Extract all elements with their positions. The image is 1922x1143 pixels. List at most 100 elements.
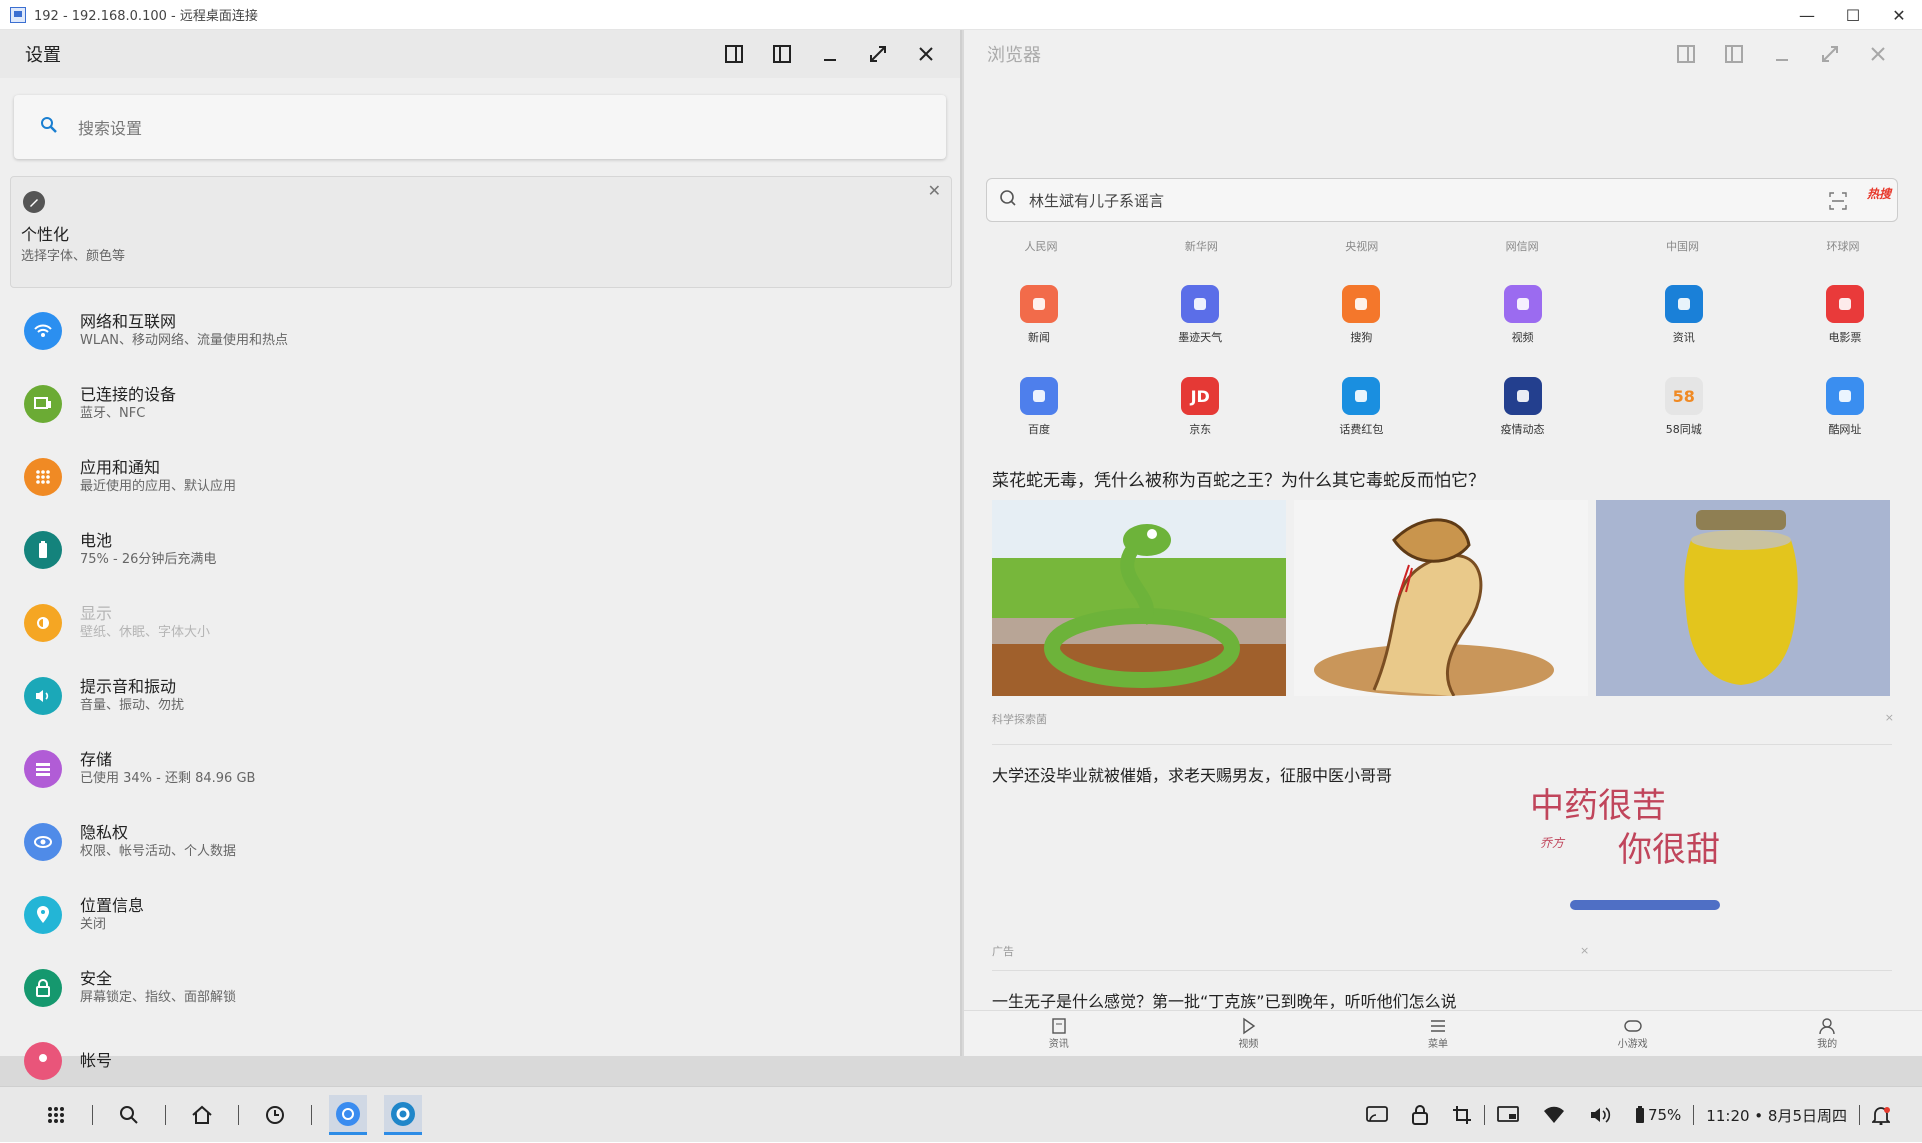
app-shortcut[interactable]: 搜狗 xyxy=(1316,285,1406,377)
news-tab-icon xyxy=(1052,1018,1066,1034)
divider xyxy=(992,744,1892,745)
settings-window: 设置 搜索设置 个性化 选择字体、颜色等 ✕ 网络和互联网 WLAN、移动网络、流… xyxy=(0,30,962,1080)
hot-search-badge[interactable]: 热搜 xyxy=(1867,185,1891,202)
settings-item-apps[interactable]: 应用和通知 最近使用的应用、默认应用 xyxy=(0,440,960,513)
rdp-maximize-button[interactable]: ☐ xyxy=(1830,0,1876,30)
ad-image[interactable]: 中药很苦 你很甜 乔方 xyxy=(1500,762,1794,955)
settings-search-input[interactable]: 搜索设置 xyxy=(14,95,946,159)
settings-item-lock[interactable]: 安全 屏幕锁定、指纹、面部解锁 xyxy=(0,951,960,1024)
nav-news[interactable]: 资讯 xyxy=(1049,1017,1069,1050)
separator xyxy=(1859,1105,1860,1125)
portal-link[interactable]: 环球网 xyxy=(1808,238,1878,254)
portal-link[interactable]: 人民网 xyxy=(1006,238,1076,254)
app-label: 百度 xyxy=(1028,423,1050,436)
app-shortcut[interactable]: 酷网址 xyxy=(1800,377,1890,469)
minimize-icon[interactable] xyxy=(806,30,854,78)
screen-icon[interactable] xyxy=(1497,1106,1519,1124)
nav-profile[interactable]: 我的 xyxy=(1817,1017,1837,1050)
cast-icon[interactable] xyxy=(1366,1106,1388,1124)
app-label: 58同城 xyxy=(1665,423,1702,436)
browser-split-left-icon[interactable] xyxy=(1662,30,1710,78)
settings-taskbar-icon[interactable] xyxy=(384,1095,422,1135)
settings-item-location[interactable]: 位置信息 关闭 xyxy=(0,878,960,951)
news-headline[interactable]: 菜花蛇无毒，凭什么被称为百蛇之王？为什么其它毒蛇反而怕它？ xyxy=(992,466,1485,491)
nav-video[interactable]: 视频 xyxy=(1238,1017,1258,1050)
settings-item-storage[interactable]: 存储 已使用 34% - 还剩 84.96 GB xyxy=(0,732,960,805)
settings-item-subtitle: WLAN、移动网络、流量使用和热点 xyxy=(80,332,289,348)
ad-image-brand: 乔方 xyxy=(1540,836,1565,850)
search-icon[interactable] xyxy=(110,1095,148,1135)
search-query: 林生斌有儿子系谣言 xyxy=(1029,191,1165,210)
app-label: 新闻 xyxy=(1028,331,1050,344)
app-shortcut[interactable]: 百度 xyxy=(994,377,1084,469)
settings-item-display[interactable]: 显示 壁纸、休眠、字体大小 xyxy=(0,586,960,659)
app-shortcut[interactable]: 墨迹天气 xyxy=(1155,285,1245,377)
recent-apps-icon[interactable] xyxy=(256,1095,294,1135)
nav-game[interactable]: 小游戏 xyxy=(1618,1017,1648,1050)
notification-bell-icon[interactable] xyxy=(1872,1105,1890,1125)
app-shortcut[interactable]: 疫情动态 xyxy=(1478,377,1568,469)
browser-minimize-icon[interactable] xyxy=(1758,30,1806,78)
dismiss-suggestion-icon[interactable]: ✕ xyxy=(928,181,941,200)
battery-status[interactable]: 75% xyxy=(1635,1106,1681,1124)
browser-search-input[interactable]: 林生斌有儿子系谣言 热搜 xyxy=(986,178,1898,222)
menu-tab-icon xyxy=(1430,1020,1445,1032)
news-dismiss-icon[interactable]: × xyxy=(1885,711,1894,724)
nav-label: 我的 xyxy=(1817,1039,1838,1050)
app-shortcut[interactable]: 视频 xyxy=(1478,285,1568,377)
ad-headline[interactable]: 大学还没毕业就被催婚，求老天赐男友，征服中医小哥哥 xyxy=(992,762,1392,786)
maximize-icon[interactable] xyxy=(854,30,902,78)
separator xyxy=(92,1105,93,1125)
app-shortcut[interactable]: 电影票 xyxy=(1800,285,1890,377)
app-shortcut[interactable]: 资讯 xyxy=(1639,285,1729,377)
separator xyxy=(1483,1105,1485,1125)
settings-item-sound[interactable]: 提示音和振动 音量、振动、勿扰 xyxy=(0,659,960,732)
settings-item-title: 位置信息 xyxy=(80,895,145,915)
clock[interactable]: 11:20 • 8月5日周四 xyxy=(1706,1105,1847,1126)
lock-icon[interactable] xyxy=(1411,1105,1428,1125)
crop-icon[interactable] xyxy=(1452,1105,1472,1125)
portal-link[interactable]: 新华网 xyxy=(1166,238,1236,254)
app-label: 酷网址 xyxy=(1828,423,1862,436)
compass-icon xyxy=(1825,377,1864,415)
browser-split-right-icon[interactable] xyxy=(1710,30,1758,78)
settings-item-privacy[interactable]: 隐私权 权限、帐号活动、个人数据 xyxy=(0,805,960,878)
ad-image-text-1: 中药很苦 xyxy=(1530,786,1666,826)
portal-link[interactable]: 央视网 xyxy=(1327,238,1397,254)
home-icon[interactable] xyxy=(183,1095,221,1135)
news-images[interactable] xyxy=(992,500,1892,696)
volume-icon[interactable] xyxy=(1589,1106,1611,1124)
scan-icon[interactable] xyxy=(1829,192,1847,214)
ad-dismiss-icon[interactable]: × xyxy=(1580,944,1589,957)
app-shortcut[interactable]: JD 京东 xyxy=(1155,377,1245,469)
separator xyxy=(1693,1105,1695,1125)
portal-link[interactable]: 中国网 xyxy=(1648,238,1718,254)
personalization-suggestion[interactable]: 个性化 选择字体、颜色等 ✕ xyxy=(10,176,952,288)
app-shortcut[interactable]: 58 58同城 xyxy=(1639,377,1729,469)
browser-bottom-nav: 资讯 视频 菜单 小游戏 我的 xyxy=(964,1010,1922,1056)
settings-item-battery[interactable]: 电池 75% - 26分钟后充满电 xyxy=(0,513,960,586)
split-left-icon[interactable] xyxy=(710,30,758,78)
wifi-icon[interactable] xyxy=(1543,1106,1565,1124)
settings-item-title: 显示 xyxy=(80,603,113,623)
nav-menu[interactable]: 菜单 xyxy=(1428,1017,1448,1050)
app-shortcut[interactable]: 新闻 xyxy=(994,285,1084,377)
app-grid-icon[interactable] xyxy=(37,1095,75,1135)
app-grid: 新闻 墨迹天气 搜狗 视频 资讯 电影票 百度 JD 京东 话费红包 疫情动态 58 58同城 酷网址 xyxy=(986,285,1898,469)
rdp-minimize-button[interactable]: — xyxy=(1784,0,1830,30)
app-shortcut[interactable]: 话费红包 xyxy=(1316,377,1406,469)
rdp-close-button[interactable]: ✕ xyxy=(1876,0,1922,30)
browser-taskbar-icon[interactable] xyxy=(329,1095,367,1135)
portal-link[interactable]: 网信网 xyxy=(1487,238,1557,254)
browser-maximize-icon[interactable] xyxy=(1806,30,1854,78)
browser-close-icon[interactable] xyxy=(1854,30,1902,78)
settings-item-devices[interactable]: 已连接的设备 蓝牙、NFC xyxy=(0,367,960,440)
split-right-icon[interactable] xyxy=(758,30,806,78)
news-headline[interactable]: 一生无子是什么感觉？第一批“丁克族”已到晚年，听听他们怎么说 xyxy=(992,988,1457,1012)
close-icon[interactable] xyxy=(902,30,950,78)
display-icon xyxy=(24,603,62,642)
settings-item-subtitle: 75% - 26分钟后充满电 xyxy=(80,551,217,567)
movie-icon xyxy=(1825,285,1864,323)
app-label: 墨迹天气 xyxy=(1178,331,1223,344)
settings-item-wifi[interactable]: 网络和互联网 WLAN、移动网络、流量使用和热点 xyxy=(0,294,960,367)
